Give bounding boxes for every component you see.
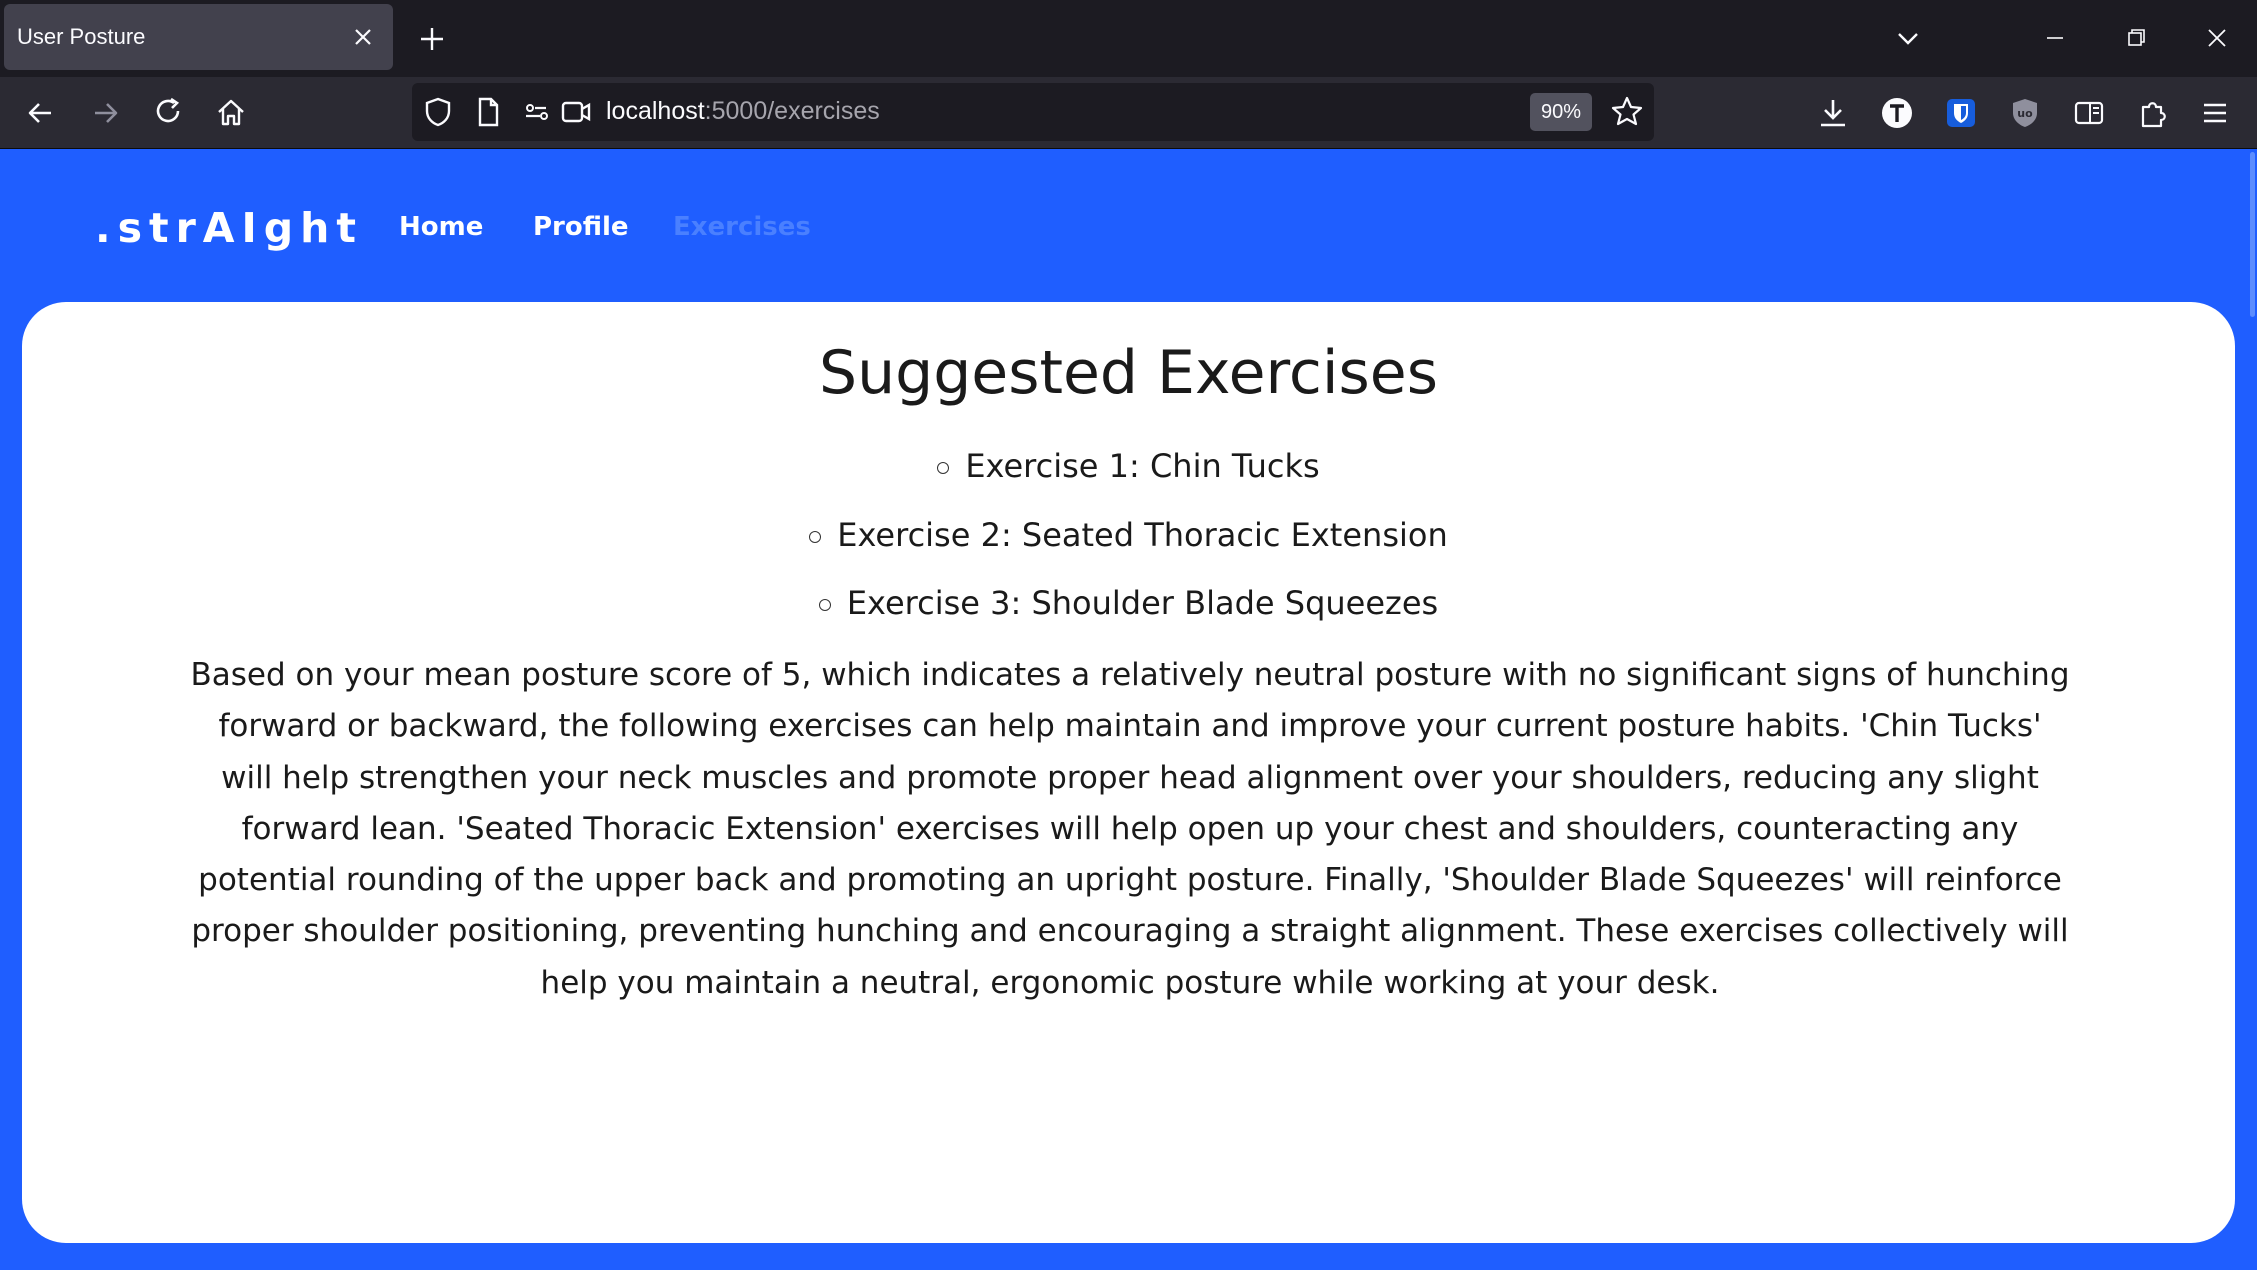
address-bar[interactable]: localhost:5000/exercises 90% [412, 83, 1654, 141]
site-header: .strAIght Home Profile Exercises [0, 150, 2257, 300]
home-icon[interactable] [213, 95, 249, 131]
url-text[interactable]: localhost:5000/exercises [606, 97, 880, 126]
tracking-protection-shield-icon[interactable] [420, 94, 456, 130]
back-icon[interactable] [23, 95, 59, 131]
exercise-label: Exercise 1: Chin Tucks [965, 447, 1320, 485]
forward-icon[interactable] [87, 95, 123, 131]
exercise-item: Exercise 3: Shoulder Blade Squeezes [22, 584, 2235, 622]
exercise-item: Exercise 2: Seated Thoracic Extension [22, 516, 2235, 554]
exercise-description: Based on your mean posture score of 5, w… [190, 657, 2070, 1001]
close-window-icon[interactable] [2199, 20, 2235, 56]
exercise-item: Exercise 1: Chin Tucks [22, 447, 2235, 485]
extensions-puzzle-icon[interactable] [2135, 95, 2171, 131]
close-tab-icon[interactable] [349, 23, 377, 51]
bullet-icon [937, 462, 950, 474]
bullet-icon [809, 531, 822, 543]
nav-link-home[interactable]: Home [399, 212, 483, 242]
exercise-label: Exercise 3: Shoulder Blade Squeezes [846, 584, 1439, 622]
permissions-icon[interactable] [520, 94, 556, 130]
bullet-icon [818, 599, 831, 611]
bookmark-star-icon[interactable] [1609, 94, 1645, 130]
page-title: Suggested Exercises [819, 338, 1438, 408]
tab-title: User Posture [17, 24, 146, 49]
svg-text:uo: uo [2017, 107, 2033, 120]
scrollbar-thumb[interactable] [2250, 152, 2255, 317]
bitwarden-icon[interactable] [1943, 95, 1979, 131]
url-host: localhost [606, 97, 705, 125]
downloads-icon[interactable] [1815, 95, 1851, 131]
tab-bar: User Posture [0, 0, 2257, 77]
camera-sharing-icon[interactable] [558, 94, 594, 130]
scrollbar-track[interactable] [2247, 150, 2257, 1270]
page-bottom [0, 1243, 2257, 1270]
new-tab-icon[interactable] [416, 23, 448, 55]
minimize-icon[interactable] [2037, 20, 2073, 56]
nav-link-profile[interactable]: Profile [533, 212, 629, 242]
zoom-level-button[interactable]: 90% [1530, 93, 1592, 131]
exercises-card: Suggested Exercises Exercise 1: Chin Tuc… [22, 302, 2235, 1243]
exercise-label: Exercise 2: Seated Thoracic Extension [837, 516, 1448, 554]
ublock-origin-icon[interactable]: uo [2007, 95, 2043, 131]
url-path: :5000/exercises [704, 97, 880, 125]
sidebar-toggle-icon[interactable] [2071, 95, 2107, 131]
list-tabs-icon[interactable] [1890, 20, 1926, 56]
menu-hamburger-icon[interactable] [2197, 95, 2233, 131]
extension-t-icon[interactable] [1879, 95, 1915, 131]
brand-logo[interactable]: .strAIght [95, 204, 363, 252]
restore-icon[interactable] [2118, 20, 2154, 56]
tab-user-posture[interactable]: User Posture [4, 4, 393, 70]
nav-link-exercises[interactable]: Exercises [673, 212, 811, 242]
navigation-toolbar: localhost:5000/exercises 90% uo [0, 77, 2257, 149]
page-info-icon[interactable] [470, 94, 506, 130]
reload-icon[interactable] [151, 94, 187, 130]
